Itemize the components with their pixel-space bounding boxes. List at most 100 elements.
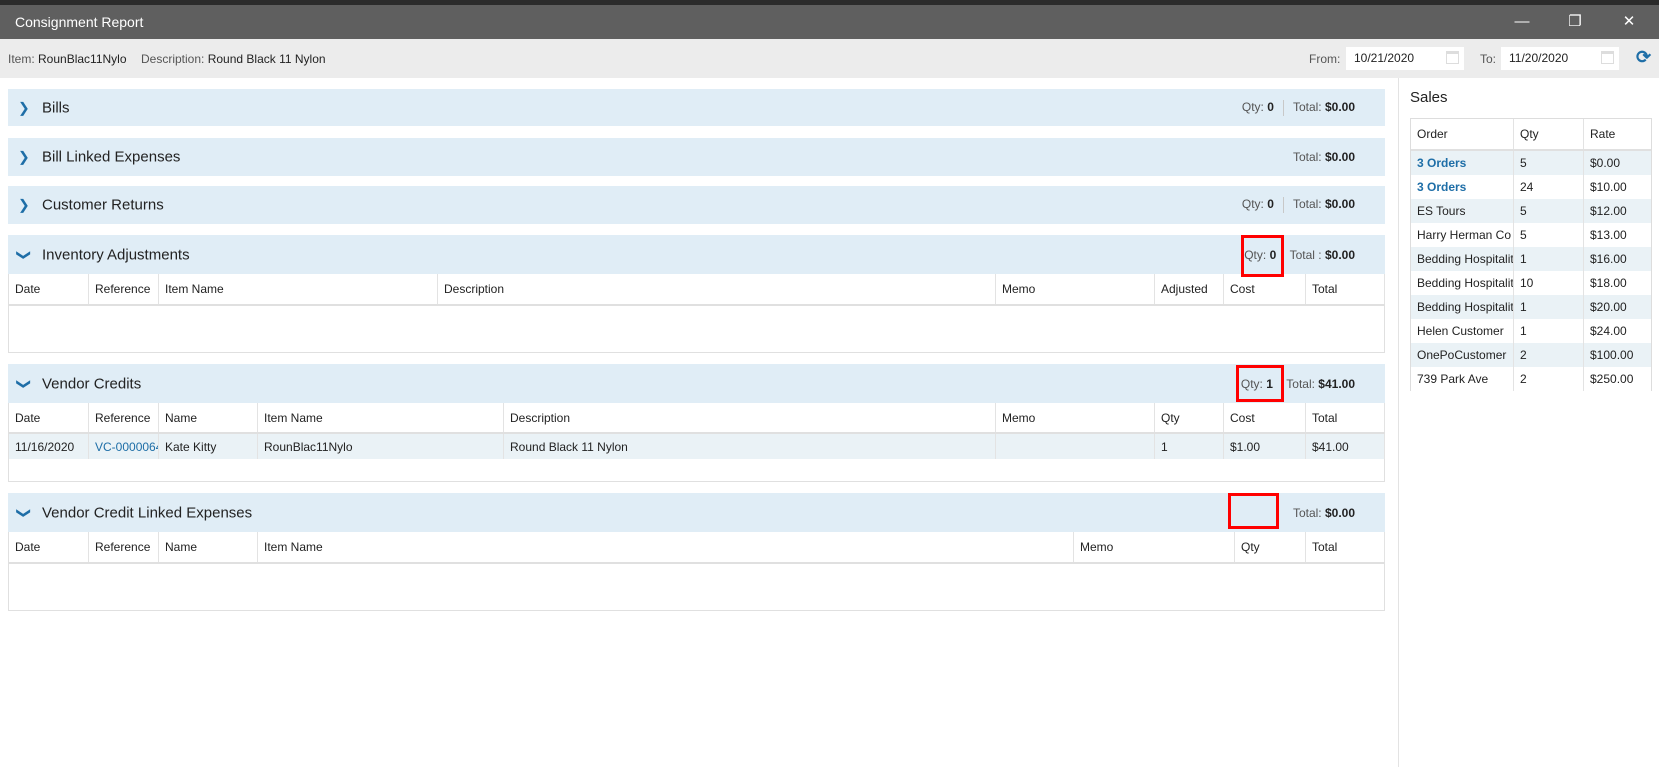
rate-cell: $0.00 — [1590, 156, 1621, 170]
section-summary: Qty: 0 Total: $0.00 — [1241, 99, 1355, 116]
cost-cell: $1.00 — [1224, 434, 1306, 459]
order-cell: Bedding Hospitalit — [1411, 247, 1514, 271]
sales-rows: 3 Orders 5 $0.00 3 Orders 24 $10.00 ES Tours 5 $… — [1411, 151, 1651, 391]
total-value: $0.00 — [1324, 247, 1355, 262]
to-date-value: 11/20/2020 — [1509, 51, 1569, 65]
column-header[interactable]: Qty — [1155, 403, 1224, 432]
section-bills[interactable]: ❯ Bills Qty: 0 Total: $0.00 — [8, 89, 1385, 126]
from-date-input[interactable]: 10/21/2020 — [1346, 47, 1464, 70]
order-cell: ES Tours — [1411, 199, 1514, 223]
reference-link[interactable]: VC-0000064 — [89, 434, 159, 459]
orders-link[interactable]: 3 Orders — [1411, 175, 1514, 199]
table-row[interactable]: Bedding Hospitalit 1 $20.00 — [1411, 295, 1651, 319]
table-row[interactable]: 3 Orders 5 $0.00 — [1411, 151, 1651, 175]
chevron-right-icon[interactable]: ❯ — [18, 197, 30, 214]
section-customer-returns[interactable]: ❯ Customer Returns Qty: 0 Total: $0.00 — [8, 186, 1385, 224]
column-header[interactable]: Qty — [1235, 532, 1306, 562]
total-value: $0.00 — [1324, 505, 1355, 520]
highlight-box — [1241, 235, 1284, 277]
panel-divider[interactable] — [1398, 78, 1399, 767]
total-label: Total: — [1292, 505, 1322, 520]
table-row[interactable]: 11/16/2020 VC-0000064 Kate Kitty RounBla… — [9, 434, 1385, 459]
table-row[interactable]: Harry Herman Co 5 $13.00 — [1411, 223, 1651, 247]
orders-link[interactable]: 3 Orders — [1411, 151, 1514, 175]
description-label: Description: — [141, 52, 205, 66]
close-button[interactable]: ✕ — [1614, 11, 1644, 33]
column-header[interactable]: Item Name — [258, 532, 1074, 562]
minimize-button[interactable]: — — [1507, 11, 1537, 33]
total-label: Total: — [1292, 150, 1322, 164]
rate-cell: $100.00 — [1590, 348, 1634, 362]
chevron-right-icon[interactable]: ❯ — [18, 99, 30, 116]
column-header[interactable]: Name — [159, 403, 258, 432]
rate-cell: $12.00 — [1590, 204, 1627, 218]
qty-cell: 1 — [1514, 247, 1584, 271]
column-header[interactable]: Item Name — [159, 274, 438, 304]
column-header[interactable]: Reference — [89, 274, 159, 304]
chevron-right-icon[interactable]: ❯ — [18, 149, 30, 166]
table-row[interactable]: 3 Orders 24 $10.00 — [1411, 175, 1651, 199]
column-header[interactable]: Memo — [1074, 532, 1235, 562]
chevron-down-icon[interactable]: ❯ — [15, 249, 32, 261]
title-bar: Consignment Report — ❐ ✕ — [0, 5, 1659, 39]
refresh-icon[interactable]: ⟳ — [1636, 47, 1651, 68]
divider — [1282, 197, 1284, 213]
column-header[interactable]: Total — [1306, 403, 1385, 432]
qty-cell: 1 — [1514, 295, 1584, 319]
qty-label: Qty: — [1241, 197, 1264, 212]
column-header[interactable]: Date — [9, 274, 89, 304]
column-header[interactable]: Cost — [1224, 403, 1306, 432]
to-label: To: — [1480, 52, 1497, 66]
chevron-down-icon[interactable]: ❯ — [15, 507, 32, 519]
table-row[interactable]: ES Tours 5 $12.00 — [1411, 199, 1651, 223]
rate-cell: $250.00 — [1590, 372, 1634, 386]
table-row[interactable]: 739 Park Ave 2 $250.00 — [1411, 367, 1651, 391]
column-header[interactable]: Memo — [996, 403, 1155, 432]
table-header: Order Qty Rate — [1411, 119, 1651, 151]
column-header[interactable]: Cost — [1224, 274, 1306, 304]
order-cell: 739 Park Ave — [1411, 367, 1514, 391]
column-header[interactable]: Adjusted — [1155, 274, 1224, 304]
chevron-down-icon[interactable]: ❯ — [15, 378, 32, 390]
calendar-icon[interactable] — [1446, 51, 1459, 64]
table-row[interactable]: Bedding Hospitalit 10 $18.00 — [1411, 271, 1651, 295]
column-header[interactable]: Item Name — [258, 403, 504, 432]
to-date-input[interactable]: 11/20/2020 — [1501, 47, 1619, 70]
toolbar: Item: RounBlac11Nylo Description: Round … — [0, 39, 1659, 78]
rate-cell: $24.00 — [1590, 324, 1627, 338]
column-header[interactable]: Total — [1306, 274, 1385, 304]
column-header[interactable]: Description — [504, 403, 996, 432]
column-header[interactable]: Order — [1411, 119, 1514, 149]
section-title: Vendor Credits — [42, 375, 142, 392]
section-summary: Qty: 0 Total: $0.00 — [1242, 197, 1355, 213]
column-header[interactable]: Rate — [1584, 119, 1653, 149]
order-cell: Helen Customer — [1411, 319, 1514, 343]
section-bill-linked-expenses[interactable]: ❯ Bill Linked Expenses Total: $0.00 — [8, 138, 1385, 176]
column-header[interactable]: Reference — [89, 532, 159, 562]
divider — [1282, 99, 1284, 116]
column-header[interactable]: Total — [1306, 532, 1385, 562]
section-vendor-credits[interactable]: ❯ Vendor Credits Qty: 1 Total: $41.00 — [8, 364, 1385, 403]
section-vendor-credit-linked-expenses[interactable]: ❯ Vendor Credit Linked Expenses Total: $… — [8, 493, 1385, 532]
total-value: $0.00 — [1324, 150, 1355, 164]
memo-cell — [996, 434, 1155, 459]
qty-cell: 5 — [1514, 199, 1584, 223]
column-header[interactable]: Qty — [1514, 119, 1584, 149]
qty-label: Qty: — [1241, 99, 1264, 114]
calendar-icon[interactable] — [1601, 51, 1614, 64]
column-header[interactable]: Reference — [89, 403, 159, 432]
section-summary: Total: $0.00 — [1293, 150, 1355, 164]
table-row[interactable]: OnePoCustomer 2 $100.00 — [1411, 343, 1651, 367]
description-value: Round Black 11 Nylon — [207, 52, 326, 66]
highlight-box — [1236, 365, 1284, 402]
column-header[interactable]: Memo — [996, 274, 1155, 304]
column-header[interactable]: Date — [9, 403, 89, 432]
column-header[interactable]: Description — [438, 274, 996, 304]
table-row[interactable]: Bedding Hospitalit 1 $16.00 — [1411, 247, 1651, 271]
column-header[interactable]: Name — [159, 532, 258, 562]
sales-title: Sales — [1410, 89, 1448, 106]
restore-button[interactable]: ❐ — [1560, 11, 1590, 33]
table-row[interactable]: Helen Customer 1 $24.00 — [1411, 319, 1651, 343]
column-header[interactable]: Date — [9, 532, 89, 562]
section-inventory-adjustments[interactable]: ❯ Inventory Adjustments Qty: 0 Total : $… — [8, 235, 1385, 274]
